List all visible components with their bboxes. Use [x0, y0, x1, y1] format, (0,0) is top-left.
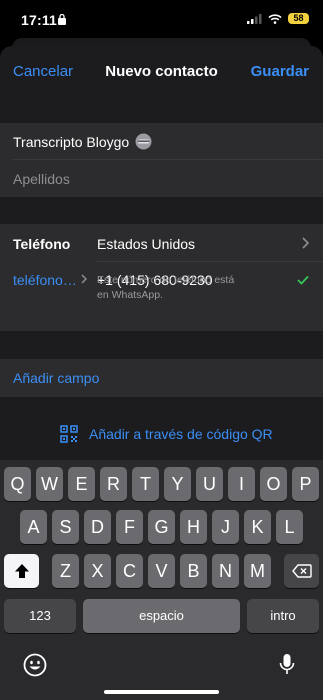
key-v[interactable]: V — [148, 554, 175, 588]
emoji-face-icon — [135, 133, 152, 150]
shift-key[interactable] — [4, 554, 39, 588]
first-name-field[interactable]: Transcripto Bloygo — [13, 134, 129, 150]
delete-key[interactable] — [284, 554, 319, 588]
home-indicator — [104, 690, 219, 694]
lock-icon — [58, 14, 66, 25]
divider — [13, 159, 323, 160]
name-group: Transcripto Bloygo Apellidos — [0, 123, 323, 197]
shift-arrow-icon — [14, 564, 29, 578]
key-a[interactable]: A — [20, 510, 47, 544]
country-selector[interactable]: Estados Unidos — [97, 236, 195, 252]
whatsapp-note: Este número de teléfono está en WhatsApp… — [97, 273, 267, 303]
chevron-right-icon[interactable] — [81, 274, 87, 284]
whatsapp-note-line2: en WhatsApp. — [97, 289, 163, 301]
key-g[interactable]: G — [148, 510, 175, 544]
key-b[interactable]: B — [180, 554, 207, 588]
signal-icon — [247, 13, 262, 24]
key-t[interactable]: T — [132, 467, 159, 501]
chevron-right-icon[interactable] — [302, 237, 309, 249]
key-m[interactable]: M — [244, 554, 271, 588]
key-c[interactable]: C — [116, 554, 143, 588]
key-s[interactable]: S — [52, 510, 79, 544]
phone-type-label[interactable]: teléfono… — [13, 272, 77, 288]
microphone-icon[interactable] — [279, 653, 295, 677]
key-h[interactable]: H — [180, 510, 207, 544]
divider — [97, 261, 323, 262]
key-y[interactable]: Y — [164, 467, 191, 501]
backspace-icon — [291, 564, 312, 578]
numbers-key[interactable]: 123 — [4, 599, 76, 633]
key-o[interactable]: O — [260, 467, 287, 501]
emoji-icon[interactable] — [23, 653, 47, 677]
phone-section-label: Teléfono — [13, 236, 71, 252]
last-name-field[interactable]: Apellidos — [13, 171, 70, 187]
key-d[interactable]: D — [84, 510, 111, 544]
key-f[interactable]: F — [116, 510, 143, 544]
wifi-icon — [268, 13, 282, 24]
key-x[interactable]: X — [84, 554, 111, 588]
battery-indicator: 58 — [288, 13, 309, 24]
qr-code-icon — [60, 425, 78, 443]
key-u[interactable]: U — [196, 467, 223, 501]
return-key[interactable]: intro — [247, 599, 319, 633]
key-k[interactable]: K — [244, 510, 271, 544]
status-time: 17:11 — [21, 12, 58, 28]
nav-bar: Cancelar Nuevo contacto Guardar — [0, 46, 323, 96]
space-key[interactable]: espacio — [83, 599, 240, 633]
key-l[interactable]: L — [276, 510, 303, 544]
save-button[interactable]: Guardar — [251, 63, 309, 80]
add-field-button[interactable]: Añadir campo — [13, 370, 99, 386]
key-q[interactable]: Q — [4, 467, 31, 501]
add-via-qr-button[interactable]: Añadir a través de código QR — [60, 425, 273, 443]
checkmark-icon — [297, 275, 309, 285]
whatsapp-note-line1: Este número de teléfono está — [97, 274, 235, 286]
key-z[interactable]: Z — [52, 554, 79, 588]
key-w[interactable]: W — [36, 467, 63, 501]
key-r[interactable]: R — [100, 467, 127, 501]
qr-label: Añadir a través de código QR — [89, 426, 273, 442]
key-j[interactable]: J — [212, 510, 239, 544]
status-indicators: 58 — [247, 13, 309, 24]
key-i[interactable]: I — [228, 467, 255, 501]
keyboard: Q W E R T Y U I O P A S D F G H J K L Z … — [0, 460, 323, 700]
key-p[interactable]: P — [292, 467, 319, 501]
key-n[interactable]: N — [212, 554, 239, 588]
status-bar: 17:11 58 — [0, 0, 323, 38]
key-e[interactable]: E — [68, 467, 95, 501]
